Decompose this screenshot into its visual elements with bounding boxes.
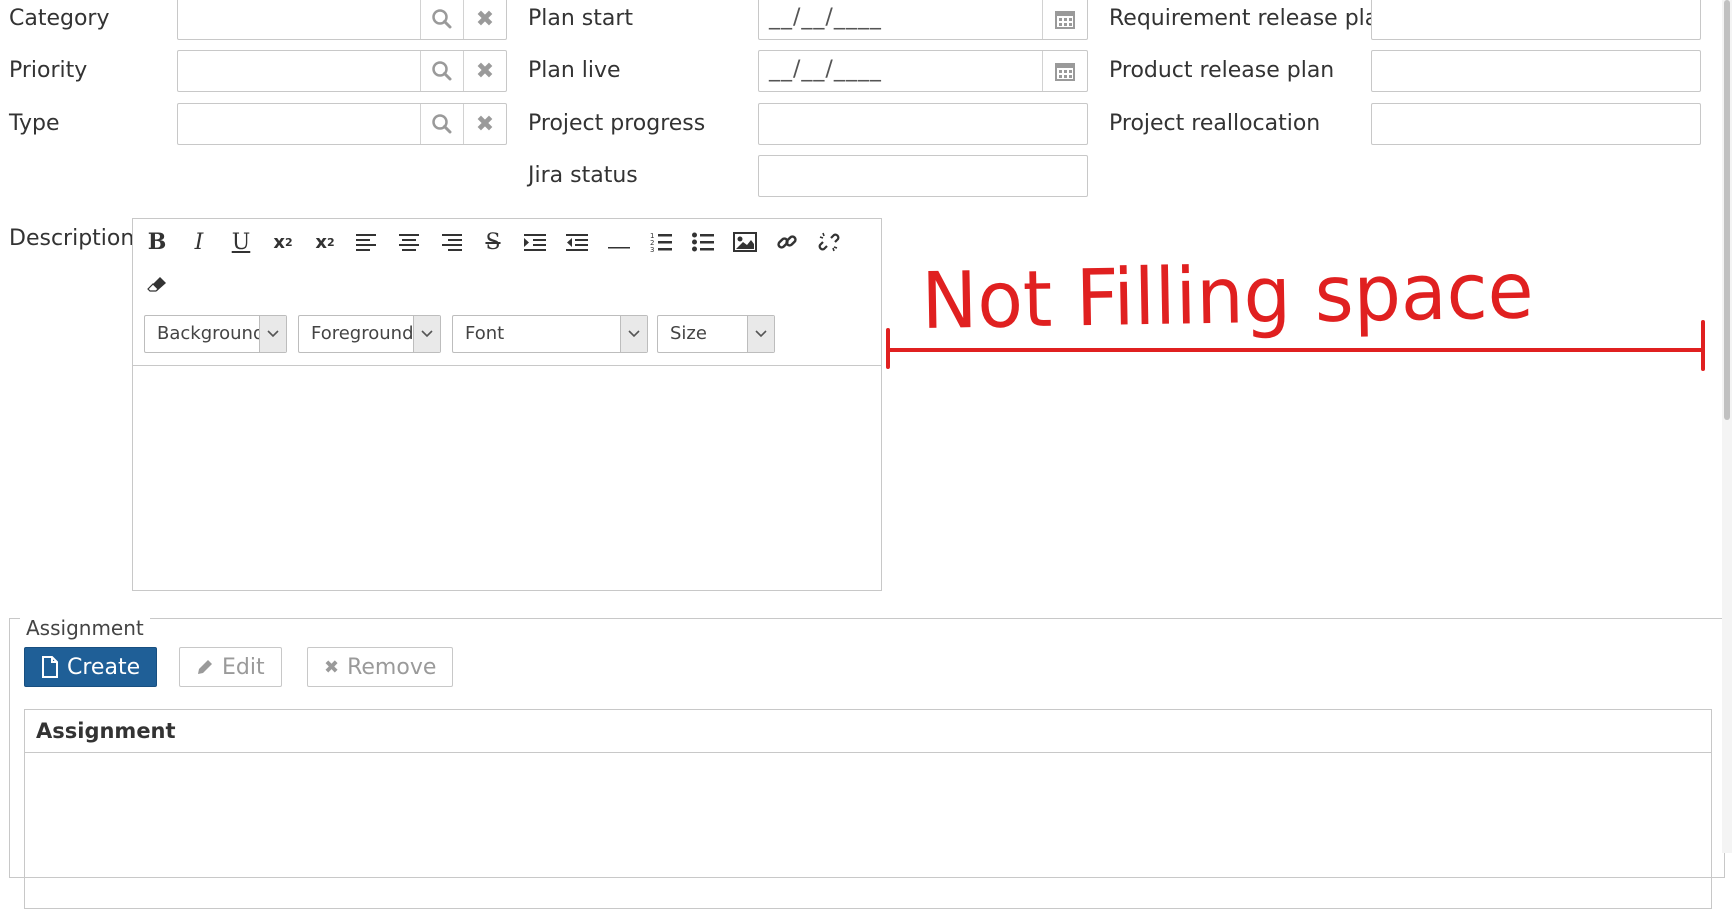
jira-status-label: Jira status — [528, 163, 638, 188]
font-select-label: Font — [465, 323, 505, 344]
font-select[interactable]: Font — [452, 315, 648, 353]
plan-live-field[interactable]: __/__/____ — [758, 50, 1088, 92]
plan-start-field[interactable]: __/__/____ — [758, 0, 1088, 40]
plan-start-value: __/__/____ — [769, 5, 882, 30]
subscript-icon[interactable]: x2 — [266, 225, 300, 259]
search-icon[interactable] — [420, 0, 463, 39]
superscript-icon[interactable]: x2 — [308, 225, 342, 259]
size-select[interactable]: Size — [657, 315, 775, 353]
edit-button[interactable]: Edit — [179, 647, 282, 687]
create-button-label: Create — [67, 654, 141, 680]
chevron-down-icon — [259, 316, 286, 352]
horizontal-rule-icon[interactable] — [602, 225, 636, 259]
align-center-icon[interactable] — [392, 225, 426, 259]
size-select-label: Size — [670, 323, 707, 344]
project-reallocation-field[interactable] — [1371, 103, 1701, 145]
jira-status-field[interactable] — [758, 155, 1088, 197]
requirement-release-plan-label: Requirement release plan — [1109, 6, 1393, 31]
category-label: Category — [9, 6, 110, 31]
outdent-icon[interactable] — [560, 225, 594, 259]
calendar-icon[interactable] — [1042, 0, 1087, 39]
background-color-select[interactable]: Background — [144, 315, 287, 353]
underline-icon[interactable]: U — [224, 225, 258, 259]
search-icon[interactable] — [420, 104, 463, 144]
editor-content-area[interactable] — [133, 366, 881, 590]
clear-icon[interactable]: ✖ — [463, 51, 506, 91]
bold-icon[interactable]: B — [140, 225, 174, 259]
project-reallocation-label: Project reallocation — [1109, 111, 1321, 136]
category-field[interactable]: ✖ — [177, 0, 507, 40]
assignment-column-header[interactable]: Assignment — [25, 710, 1711, 753]
ordered-list-icon[interactable]: 123 — [644, 225, 678, 259]
create-button[interactable]: Create — [24, 647, 158, 687]
indent-icon[interactable] — [518, 225, 552, 259]
strikethrough-icon[interactable]: S — [476, 225, 510, 259]
project-progress-label: Project progress — [528, 111, 706, 136]
chevron-down-icon — [747, 316, 774, 352]
image-icon[interactable] — [728, 225, 762, 259]
priority-field[interactable]: ✖ — [177, 50, 507, 92]
calendar-icon[interactable] — [1042, 51, 1087, 91]
plan-live-label: Plan live — [528, 58, 621, 83]
project-progress-field[interactable] — [758, 103, 1088, 145]
assignment-legend: Assignment — [20, 615, 150, 641]
svg-text:3: 3 — [650, 246, 654, 252]
assignment-grid: Assignment — [24, 709, 1712, 909]
eraser-icon[interactable] — [140, 267, 174, 301]
annotation-text: Not Filling space — [921, 246, 1534, 347]
product-release-plan-label: Product release plan — [1109, 58, 1335, 83]
close-icon: ✖ — [324, 656, 340, 678]
priority-label: Priority — [9, 58, 88, 83]
remove-button-label: Remove — [347, 654, 437, 680]
chevron-down-icon — [620, 316, 647, 352]
product-release-plan-field[interactable] — [1371, 50, 1701, 92]
clear-icon[interactable]: ✖ — [463, 104, 506, 144]
plan-start-label: Plan start — [528, 6, 634, 31]
foreground-select-label: Foreground — [311, 323, 414, 344]
rich-text-editor[interactable]: B I U x2 x2 S 123 Background Foreground … — [132, 218, 882, 591]
align-left-icon[interactable] — [350, 225, 384, 259]
remove-button[interactable]: ✖ Remove — [307, 647, 454, 687]
align-right-icon[interactable] — [434, 225, 468, 259]
italic-icon[interactable]: I — [182, 225, 216, 259]
unlink-icon[interactable] — [812, 225, 846, 259]
background-select-label: Background — [157, 323, 265, 344]
plan-live-value: __/__/____ — [769, 57, 882, 82]
link-icon[interactable] — [770, 225, 804, 259]
type-label: Type — [9, 111, 60, 136]
type-field[interactable]: ✖ — [177, 103, 507, 145]
file-icon — [42, 656, 58, 678]
editor-toolbar: B I U x2 x2 S 123 Background Foreground … — [133, 219, 881, 366]
search-icon[interactable] — [420, 51, 463, 91]
edit-button-label: Edit — [222, 654, 265, 680]
description-label: Description — [9, 226, 135, 251]
unordered-list-icon[interactable] — [686, 225, 720, 259]
pencil-icon — [198, 660, 212, 674]
requirement-release-plan-field[interactable] — [1371, 0, 1701, 40]
scrollbar-thumb[interactable] — [1724, 0, 1730, 420]
page-scrollbar[interactable] — [1722, 0, 1732, 853]
clear-icon[interactable]: ✖ — [463, 0, 506, 39]
foreground-color-select[interactable]: Foreground — [298, 315, 441, 353]
chevron-down-icon — [413, 316, 440, 352]
